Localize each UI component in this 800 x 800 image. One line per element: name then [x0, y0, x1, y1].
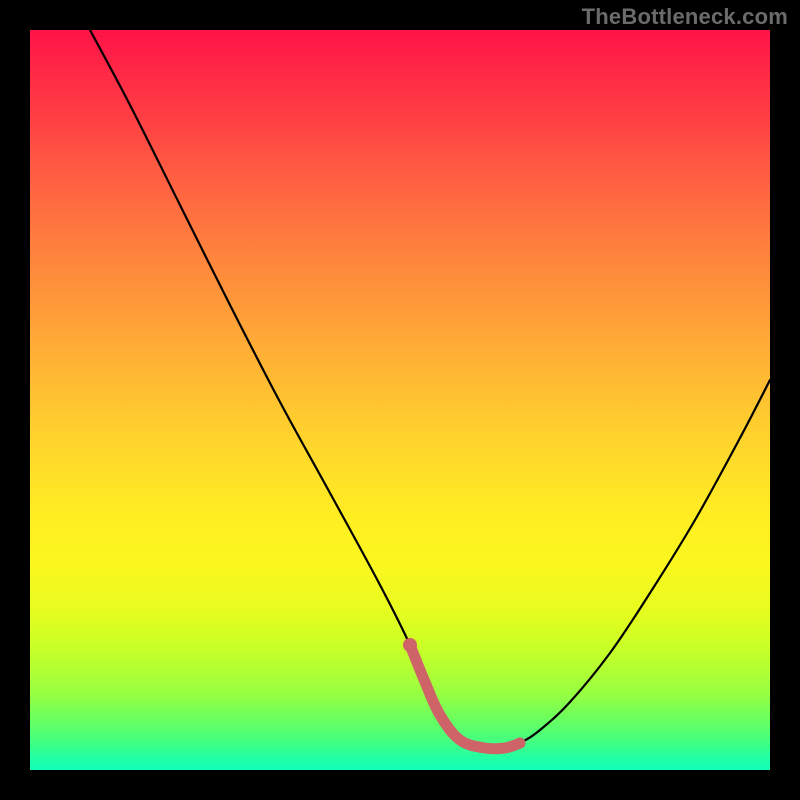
watermark-text: TheBottleneck.com [582, 4, 788, 30]
highlight-start-dot [403, 638, 417, 652]
chart-stage: TheBottleneck.com [0, 0, 800, 800]
highlight-bottom-segment [410, 645, 520, 749]
plot-area [30, 30, 770, 770]
curve-layer [30, 30, 770, 770]
bottleneck-curve [90, 30, 770, 749]
